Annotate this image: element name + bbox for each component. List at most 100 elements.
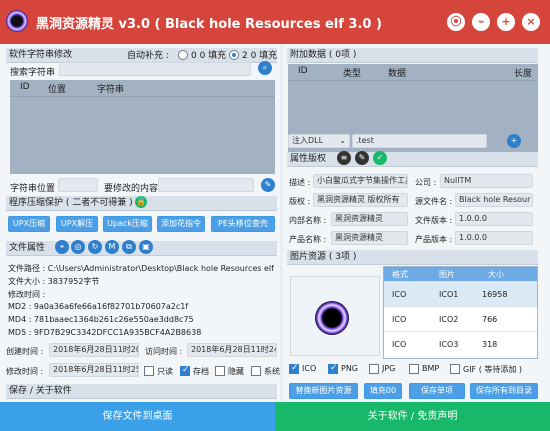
png-checkbox[interactable]: [328, 363, 338, 374]
desc-label: 描述 :: [289, 178, 311, 187]
gif-checkbox[interactable]: [450, 364, 460, 374]
image-grid[interactable]: 格式 图片 大小 ICO ICO1 16958 ICO ICO2 766 ICO…: [383, 266, 538, 359]
image-name-2: ICO2: [439, 315, 459, 324]
window-title: 黑洞资源精灵 v3.0 ( Black hole Resources elf 3…: [36, 17, 382, 32]
product-version-value[interactable]: 1.0.0.0: [455, 231, 533, 245]
replace-image-button[interactable]: 替换新图片资源: [289, 383, 358, 399]
gif-label: GIF ( 等待添加 ): [463, 365, 523, 374]
hash-icon[interactable]: M: [105, 240, 119, 254]
product-name-value[interactable]: 黑洞资源精灵: [331, 231, 408, 245]
copyright-value[interactable]: 黑洞资源精灵 版权所有: [313, 193, 408, 207]
upx-decompress-button[interactable]: UPX解压: [56, 216, 98, 232]
pad-20-radio[interactable]: [229, 50, 239, 60]
file-attr-title: 文件属性: [9, 243, 46, 253]
search-icon[interactable]: ⌕: [258, 61, 272, 75]
ico-checkbox[interactable]: [289, 363, 299, 374]
save-to-desktop-button[interactable]: 保存文件到桌面: [0, 402, 275, 431]
system-checkbox[interactable]: [251, 366, 261, 376]
pulse-icon[interactable]: ⌁: [472, 13, 490, 31]
image-grid-header: 格式 图片 大小: [384, 267, 537, 281]
archive-label: 存档: [193, 367, 209, 376]
readonly-checkbox[interactable]: [144, 366, 154, 376]
edit-attr-icon[interactable]: ✎: [355, 151, 369, 165]
add-dll-icon[interactable]: +: [507, 134, 521, 148]
col-id: ID: [20, 82, 30, 92]
location-icon[interactable]: ⌖: [55, 240, 69, 254]
content-label: 要修改的内容 :: [104, 184, 164, 194]
upx-compress-button[interactable]: UPX压缩: [8, 216, 50, 232]
hidden-checkbox[interactable]: [215, 366, 225, 376]
string-table-header: ID 位置 字符串: [10, 80, 275, 96]
bmp-checkbox[interactable]: [409, 364, 419, 374]
edit-icon[interactable]: ✎: [261, 178, 275, 192]
refresh-icon[interactable]: ↻: [88, 240, 102, 254]
file-version-value[interactable]: 1.0.0.0: [455, 212, 533, 226]
compress-icon[interactable]: ⧉: [122, 240, 136, 254]
image-size-2: 766: [482, 315, 498, 324]
internal-name-value[interactable]: 黑洞资源精灵: [331, 212, 408, 226]
attr-title: 属性版权: [290, 154, 327, 164]
dll-path-input[interactable]: .test: [352, 134, 487, 148]
archive-checkbox[interactable]: [180, 365, 190, 376]
dll-select[interactable]: 注入DLL ⌄: [288, 134, 350, 148]
save-section: 保存 / 关于软件: [6, 384, 277, 399]
lock-icon: 🔒: [135, 196, 147, 208]
create-time-input[interactable]: 2018年6月28日11时20分: [49, 343, 139, 357]
file-path: 文件路径 : C:\Users\Administrator\Desktop\Bl…: [8, 264, 274, 273]
dll-select-label: 注入DLL: [292, 136, 324, 145]
search-label: 搜索字符串 :: [10, 68, 61, 78]
image-col-format: 格式: [392, 270, 408, 279]
access-time-input[interactable]: 2018年6月28日11时24分: [187, 343, 277, 357]
col-position: 位置: [48, 85, 67, 95]
attr-section: 属性版权: [287, 152, 538, 167]
jpg-checkbox[interactable]: [369, 364, 379, 374]
images-title: 图片资源 ( 3项 ): [290, 252, 357, 262]
add-icon[interactable]: +: [497, 13, 515, 31]
string-position-label: 字符串位置 :: [10, 184, 61, 194]
content-input[interactable]: [158, 178, 254, 192]
image-row-2[interactable]: ICO ICO2 766: [384, 306, 537, 331]
help-icon[interactable]: ⦿: [447, 13, 465, 31]
image-row-3[interactable]: ICO ICO3 318: [384, 331, 537, 356]
ico-label: ICO: [302, 364, 317, 373]
modify-time-input[interactable]: 2018年6月28日11时25分: [49, 363, 139, 377]
menu-icon[interactable]: ≡: [337, 151, 351, 165]
bottom-bar: 保存文件到桌面 关于软件 / 免责声明: [0, 402, 550, 431]
col-string: 字符串: [97, 85, 125, 95]
md2-value: MD2 : 9a0a36a6fe66a16f82701b70607a2c1f: [8, 302, 189, 311]
png-label: PNG: [341, 364, 359, 373]
extra-col-data: 数据: [388, 69, 407, 79]
source-file-value[interactable]: Black hole Resour: [455, 193, 533, 207]
extra-data-header: ID 类型 数据 长度: [288, 64, 538, 80]
string-table-body[interactable]: [10, 96, 275, 174]
create-time-label: 创建时间 :: [6, 347, 44, 356]
shield-icon[interactable]: ◎: [71, 240, 85, 254]
black-hole-icon: [315, 301, 349, 335]
save-all-button[interactable]: 保存所有到目录: [470, 383, 538, 399]
upack-compress-button[interactable]: Upack压缩: [103, 216, 152, 232]
desc-value[interactable]: 小白鳖瓜式字节集操作工具: [313, 174, 408, 188]
product-version-label: 产品版本 :: [415, 235, 453, 244]
image-row-1[interactable]: ICO ICO1 16958: [384, 281, 537, 306]
copyright-label: 版权 :: [289, 197, 311, 206]
search-input[interactable]: [59, 62, 251, 76]
image-col-picture: 图片: [439, 270, 455, 279]
company-value[interactable]: NullTM: [440, 174, 533, 188]
string-position-input[interactable]: [58, 178, 98, 192]
image-size-3: 318: [482, 340, 498, 349]
auto-pad-label: 自动补充 :: [127, 51, 169, 61]
extra-data-section: 附加数据 ( 0项 ): [287, 48, 538, 63]
add-junk-code-button[interactable]: 添加花指令: [157, 216, 205, 232]
string-edit-title: 软件字符串修改: [9, 50, 73, 60]
md5-value: MD5 : 9FD7B29C3342DFCC1A935BCF4A2B8638: [8, 328, 202, 337]
extra-col-length: 长度: [514, 69, 533, 79]
close-icon[interactable]: ×: [522, 13, 540, 31]
pe-header-shift-button[interactable]: PE头移位查壳: [211, 216, 275, 232]
about-button[interactable]: 关于软件 / 免责声明: [275, 402, 550, 431]
confirm-icon[interactable]: ✓: [373, 151, 387, 165]
access-time-label: 访问时间 :: [145, 347, 183, 356]
zip-icon[interactable]: ▣: [139, 240, 153, 254]
pad-00-radio[interactable]: [178, 50, 188, 60]
save-single-button[interactable]: 保存单项: [409, 383, 465, 399]
fill-zero-button[interactable]: 填充00: [364, 383, 402, 399]
